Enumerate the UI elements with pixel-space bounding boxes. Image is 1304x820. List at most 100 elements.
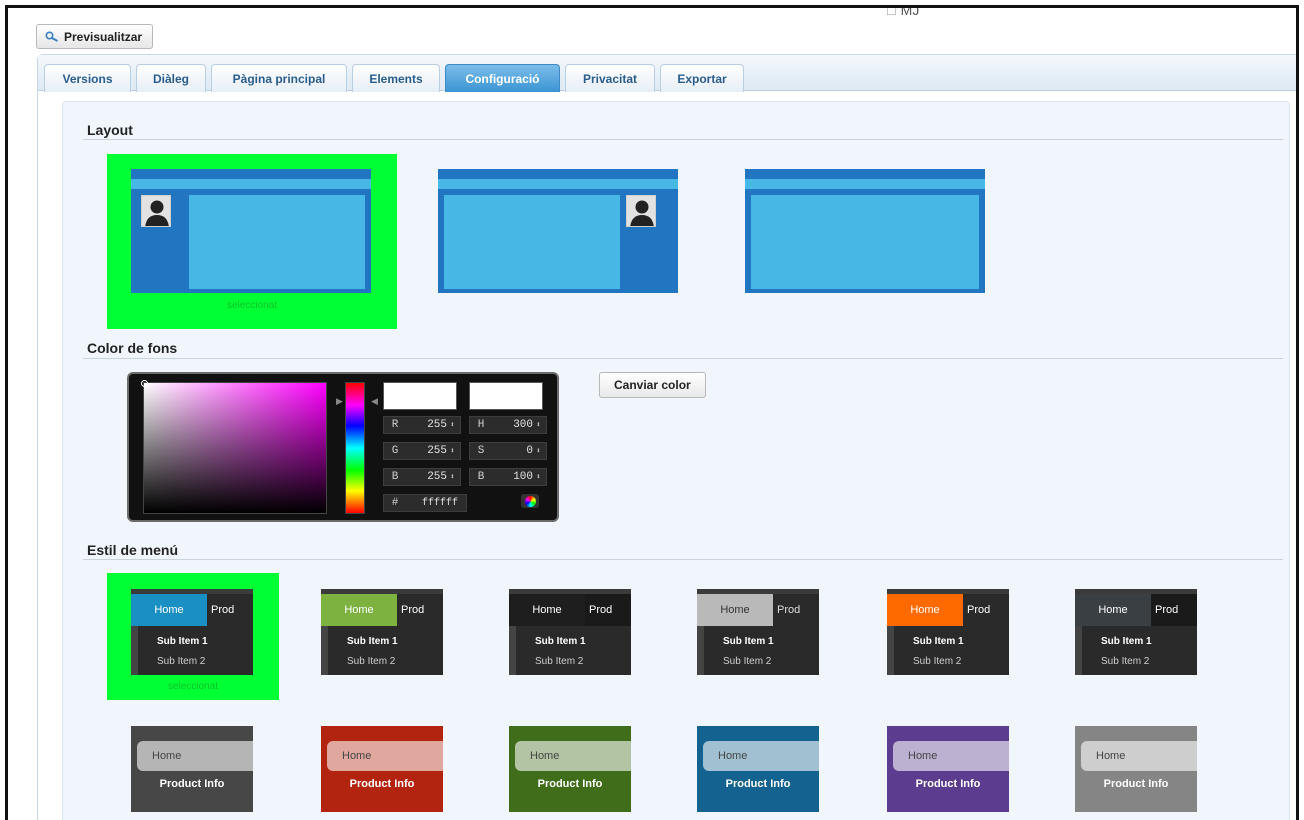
layout-option-sidebar-left[interactable]: seleccionat <box>107 154 397 329</box>
tab-label: Versions <box>62 71 113 86</box>
color-selector-knob[interactable] <box>141 380 148 387</box>
tab-label: Diàleg <box>152 71 189 86</box>
menu-product-label: Prod <box>967 604 991 616</box>
layout-content-area <box>444 195 620 289</box>
current-color-swatch[interactable] <box>469 382 543 410</box>
tab-versions[interactable]: Versions <box>44 64 131 92</box>
menu-style-option[interactable]: Home Product Info <box>321 726 443 812</box>
menu-style-option[interactable]: Home Prod Sub Item 1 Sub Item 2 <box>1075 589 1197 675</box>
menu-product-item: Product Info <box>159 778 225 790</box>
spinner-icon[interactable]: ⬍ <box>536 472 546 482</box>
hue-pointer-right-icon: ◀ <box>371 396 378 406</box>
hex-field[interactable]: # ffffff <box>383 494 467 512</box>
menu-home-item: Home <box>1075 594 1151 626</box>
menu-home-item: Home <box>1081 741 1197 771</box>
hue-pointer-left-icon: ▶ <box>336 396 343 406</box>
spinner-icon[interactable]: ⬍ <box>536 446 546 456</box>
tab-label: Privacitat <box>582 71 638 86</box>
avatar-icon <box>626 195 656 227</box>
tab-pagina-principal[interactable]: Pàgina principal <box>211 64 347 92</box>
menu-product-label: Prod <box>589 604 613 616</box>
menu-sub-item-2: Sub Item 2 <box>535 656 584 667</box>
menu-style-option[interactable]: Home Product Info <box>509 726 631 812</box>
menu-product-item: Prod <box>777 594 819 626</box>
preview-button[interactable]: Previsualitzar <box>36 24 154 49</box>
search-icon <box>45 30 59 43</box>
green-field[interactable]: G 255 ⬍ <box>383 442 461 460</box>
menu-product-item: Prod <box>589 594 631 626</box>
menu-side-edge <box>887 626 894 675</box>
brightness-field[interactable]: B 100 ⬍ <box>469 468 547 486</box>
layout-option-sidebar-right[interactable] <box>438 169 678 293</box>
color-wheel-icon[interactable] <box>521 494 539 508</box>
menu-home-label: Home <box>908 750 938 762</box>
layout-preview <box>438 169 678 293</box>
menu-sub-item-2: Sub Item 2 <box>347 656 396 667</box>
field-label: B <box>391 471 399 483</box>
menu-home-label: Home <box>344 604 374 616</box>
menu-style-option[interactable]: Home Product Info <box>887 726 1009 812</box>
section-divider <box>83 139 1283 140</box>
menu-style-option[interactable]: Home Prod Sub Item 1 Sub Item 2 <box>887 589 1009 675</box>
layout-preview <box>131 169 371 293</box>
tab-privacitat[interactable]: Privacitat <box>565 64 655 92</box>
spinner-icon[interactable]: ⬍ <box>450 472 460 482</box>
change-color-button[interactable]: Canviar color <box>599 372 706 398</box>
tab-configuracio[interactable]: Configuració <box>445 64 560 92</box>
menu-side-edge <box>321 626 328 675</box>
menu-style-option[interactable]: Home Product Info <box>1075 726 1197 812</box>
saturation-field[interactable]: S 0 ⬍ <box>469 442 547 460</box>
field-value: 255 <box>427 445 447 457</box>
spinner-icon[interactable]: ⬍ <box>450 446 460 456</box>
tab-elements[interactable]: Elements <box>352 64 440 92</box>
menu-home-label: Home <box>342 750 372 762</box>
menu-style-option[interactable]: Home Prod Sub Item 1 Sub Item 2 <box>509 589 631 675</box>
menu-home-label: Home <box>532 604 562 616</box>
menu-sub-item-2: Sub Item 2 <box>723 656 772 667</box>
blue-field[interactable]: B 255 ⬍ <box>383 468 461 486</box>
field-label: B <box>477 471 485 483</box>
tab-dialeg[interactable]: Diàleg <box>136 64 206 92</box>
menu-home-item: Home <box>887 594 963 626</box>
menu-style-option[interactable]: Home Prod Sub Item 1 Sub Item 2 <box>131 589 253 675</box>
menu-sub-item-1: Sub Item 1 <box>1101 636 1152 647</box>
red-field[interactable]: R 255 ⬍ <box>383 416 461 434</box>
menu-sub-item-1: Sub Item 1 <box>723 636 774 647</box>
hue-field[interactable]: H 300 ⬍ <box>469 416 547 434</box>
tab-label: Configuració <box>465 71 540 86</box>
selected-label: seleccionat <box>167 681 219 692</box>
menu-product-label: Prod <box>1155 604 1179 616</box>
menu-style-option[interactable]: Home Product Info <box>697 726 819 812</box>
menu-home-item: Home <box>131 594 207 626</box>
menu-style-option[interactable]: Home Prod Sub Item 1 Sub Item 2 <box>697 589 819 675</box>
field-label: S <box>477 445 485 457</box>
new-color-swatch <box>383 382 457 410</box>
menu-product-label: Prod <box>401 604 425 616</box>
menu-product-item: Product Info <box>537 778 603 790</box>
menu-side-edge <box>1075 626 1082 675</box>
menu-home-label: Home <box>910 604 940 616</box>
menu-sub-item-1: Sub Item 1 <box>347 636 398 647</box>
menu-home-item: Home <box>137 741 253 771</box>
field-value: ffffff <box>421 497 458 509</box>
field-value: 255 <box>427 419 447 431</box>
menu-style-option[interactable]: Home Prod Sub Item 1 Sub Item 2 <box>321 589 443 675</box>
user-indicator[interactable]: ☐ MJ <box>886 8 919 18</box>
layout-option-no-sidebar[interactable] <box>745 169 985 293</box>
layout-section-title: Layout <box>87 122 133 138</box>
menu-side-edge <box>509 626 516 675</box>
spinner-icon[interactable]: ⬍ <box>536 420 546 430</box>
tab-exportar[interactable]: Exportar <box>660 64 744 92</box>
hue-slider[interactable] <box>345 382 365 514</box>
layout-header-bar <box>131 179 371 189</box>
background-color-section-title: Color de fons <box>87 340 178 356</box>
tabs-panel: Versions Diàleg Pàgina principal Element… <box>37 54 1296 820</box>
spinner-icon[interactable]: ⬍ <box>450 420 460 430</box>
saturation-brightness-area[interactable] <box>141 380 327 514</box>
tab-strip: Versions Diàleg Pàgina principal Element… <box>38 55 1296 92</box>
menu-style-option[interactable]: Home Product Info <box>131 726 253 812</box>
menu-sub-item-2: Sub Item 2 <box>1101 656 1150 667</box>
layout-header-bar <box>438 179 678 189</box>
field-value: 100 <box>513 471 533 483</box>
menu-product-item: Prod <box>967 594 1009 626</box>
